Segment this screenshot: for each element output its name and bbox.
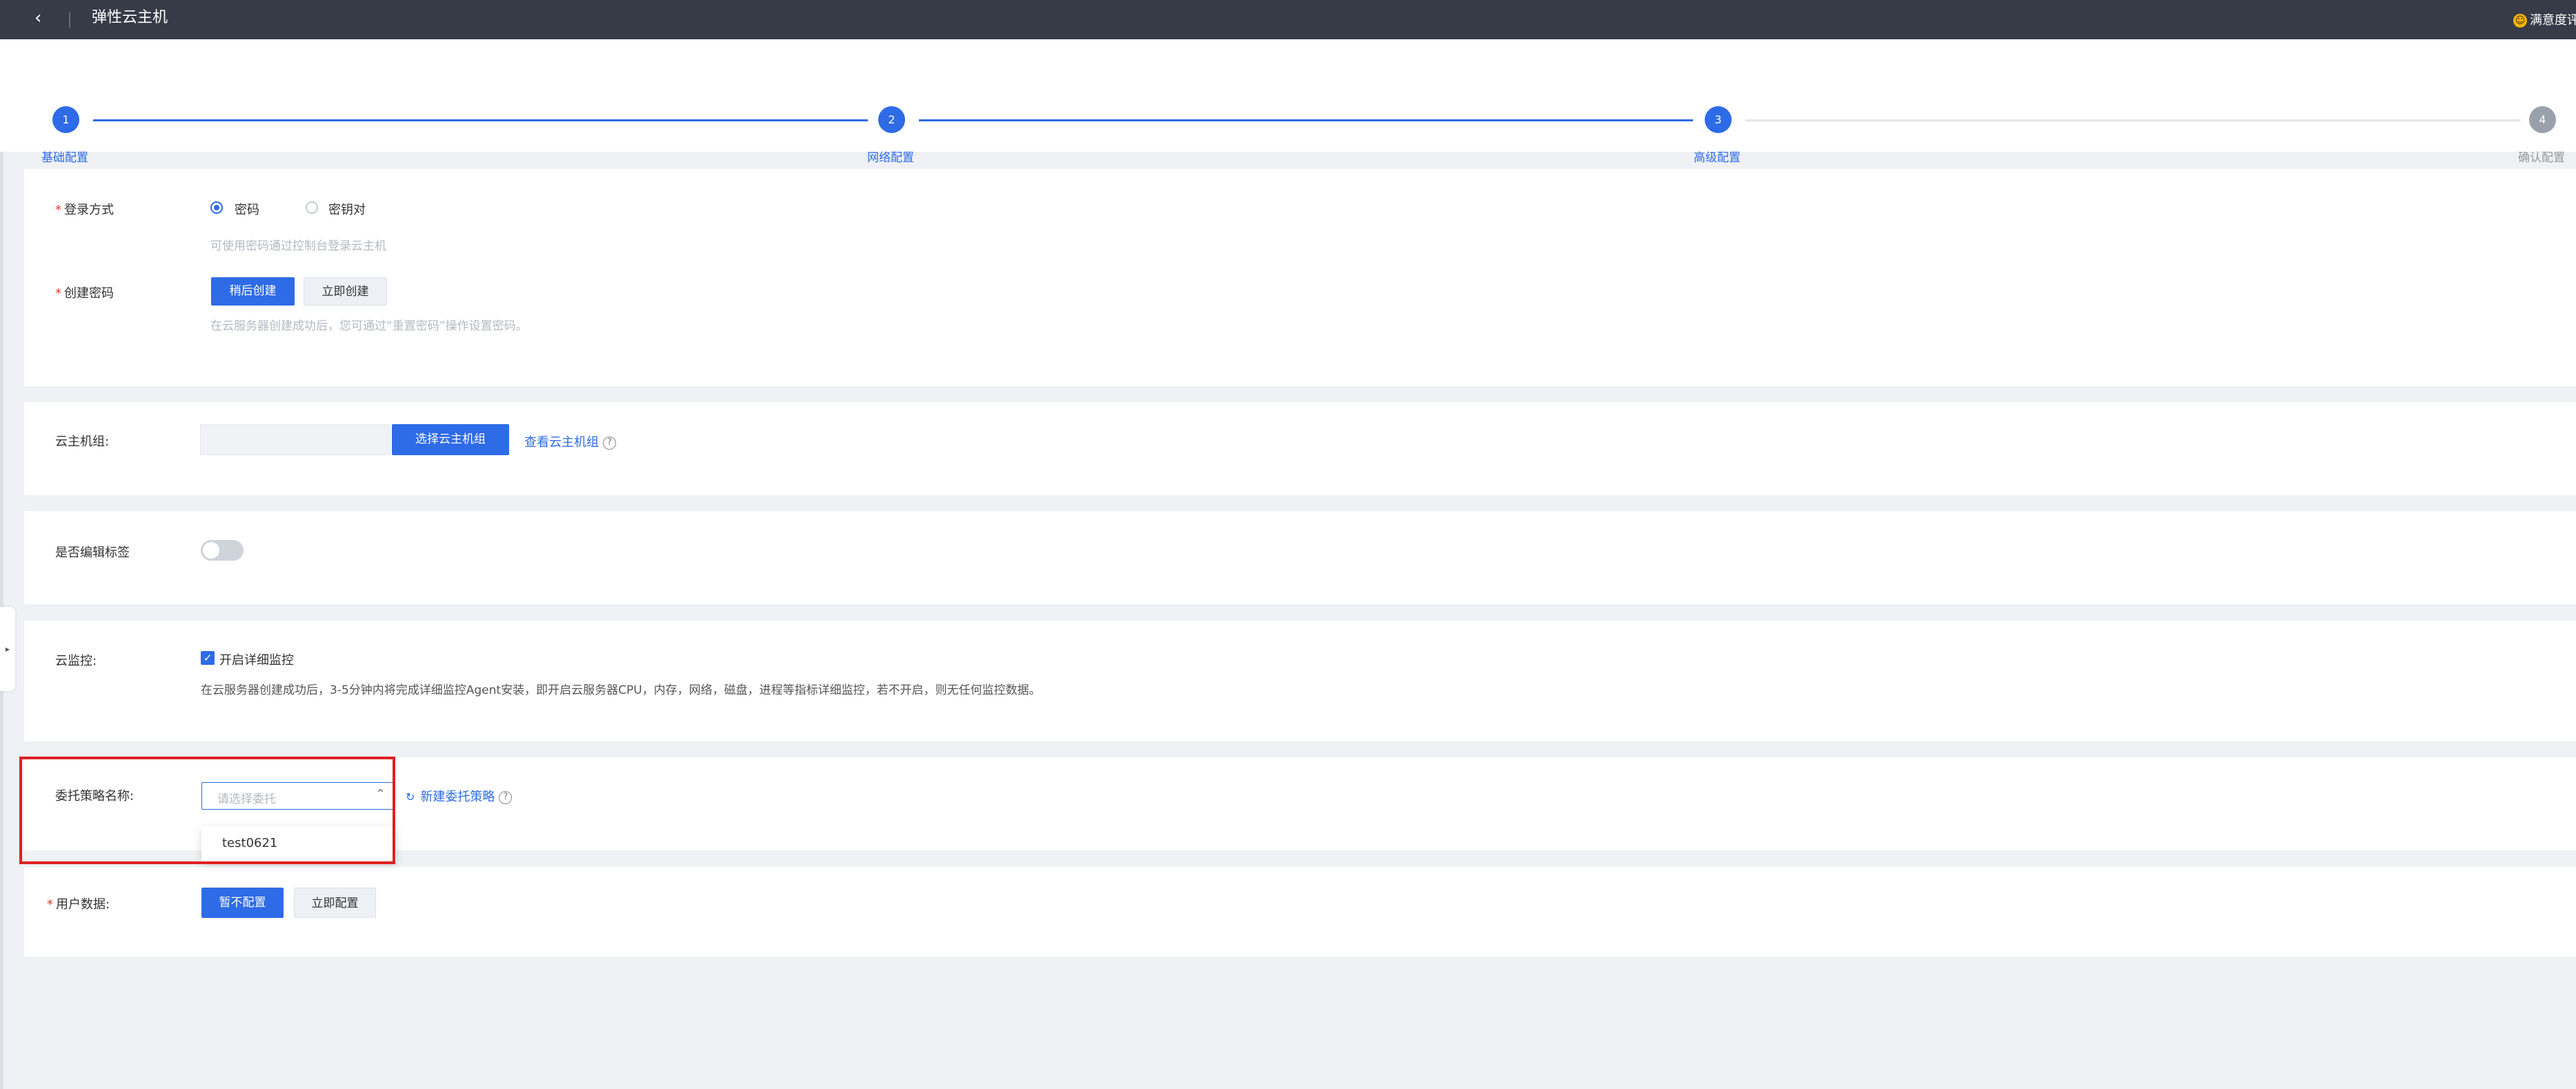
refresh-icon[interactable]: ↻ — [406, 790, 415, 803]
back-icon[interactable]: ‹ — [34, 0, 41, 39]
monitor-description: 在云服务器创建成功后，3-5分钟内将完成详细监控Agent安装，即开启云服务器C… — [201, 683, 1041, 697]
user-data-card — [24, 867, 2576, 957]
keypair-radio-label[interactable]: 密钥对 — [328, 200, 366, 218]
step-3-circle: 3 — [1705, 106, 1732, 133]
step-1-label: 基础配置 — [41, 151, 88, 165]
login-card — [24, 169, 2576, 386]
monitor-label: 云监控: — [55, 654, 97, 668]
feedback-label: 满意度评 — [2530, 13, 2576, 28]
no-config-button[interactable]: 暂不配置 — [201, 888, 284, 918]
step-connector-3 — [1745, 119, 2521, 121]
step-connector-1 — [93, 119, 868, 121]
host-group-label: 云主机组: — [55, 434, 110, 449]
delegation-select[interactable]: 请选择委托 ⌃ — [201, 782, 395, 810]
config-now-button[interactable]: 立即配置 — [294, 888, 376, 918]
help-icon[interactable]: ? — [499, 790, 513, 804]
delegation-placeholder: 请选择委托 — [217, 792, 276, 806]
dropdown-option[interactable]: test0621 — [222, 836, 277, 850]
step-2-label: 网络配置 — [867, 151, 914, 165]
detailed-monitor-label[interactable]: 开启详细监控 — [219, 650, 294, 668]
divider — [69, 12, 70, 28]
step-3-label: 高级配置 — [1694, 151, 1741, 165]
create-now-button[interactable]: 立即创建 — [304, 277, 387, 306]
create-password-hint: 在云服务器创建成功后，您可通过“重置密码”操作设置密码。 — [210, 319, 528, 333]
login-method-label: * 登录方式 — [55, 203, 114, 217]
view-host-group-link[interactable]: 查看云主机组? — [524, 432, 616, 450]
top-bar: ‹ 弹性云主机 ☺ 满意度评 — [0, 0, 2576, 39]
delegation-label: 委托策略名称: — [55, 789, 135, 803]
new-delegation-link[interactable]: ↻ 新建委托策略? — [406, 787, 513, 805]
step-progress: 1 基础配置 2 网络配置 3 高级配置 4 确认配置 — [0, 39, 2576, 165]
keypair-radio[interactable] — [306, 201, 318, 214]
step-4-label: 确认配置 — [2518, 151, 2565, 165]
user-data-label: * 用户数据: — [47, 897, 110, 912]
page-title: 弹性云主机 — [92, 9, 168, 26]
password-radio[interactable] — [210, 201, 223, 214]
collapse-handle[interactable]: ▸ — [0, 607, 15, 691]
step-1-circle: 1 — [52, 106, 79, 133]
smile-icon: ☺ — [2513, 14, 2527, 28]
select-host-group-button[interactable]: 选择云主机组 — [392, 424, 509, 455]
create-password-label: * 创建密码 — [55, 286, 114, 301]
step-2-circle: 2 — [878, 106, 905, 133]
login-hint: 可使用密码通过控制台登录云主机 — [210, 239, 386, 253]
help-icon[interactable]: ? — [603, 436, 616, 450]
feedback-button[interactable]: ☺ 满意度评 — [2513, 10, 2576, 28]
host-group-input[interactable] — [200, 424, 390, 455]
delegation-dropdown: test0621 — [201, 826, 396, 862]
chevron-up-icon: ⌃ — [375, 787, 386, 801]
tags-card — [24, 511, 2576, 604]
detailed-monitor-checkbox[interactable]: ✓ — [201, 651, 215, 665]
step-connector-2 — [919, 119, 1693, 121]
create-later-button[interactable]: 稍后创建 — [211, 277, 295, 306]
step-4-circle: 4 — [2529, 106, 2556, 133]
password-radio-label[interactable]: 密码 — [235, 200, 259, 218]
edit-tags-switch[interactable] — [201, 540, 244, 561]
edit-tags-label: 是否编辑标签 — [55, 546, 130, 560]
